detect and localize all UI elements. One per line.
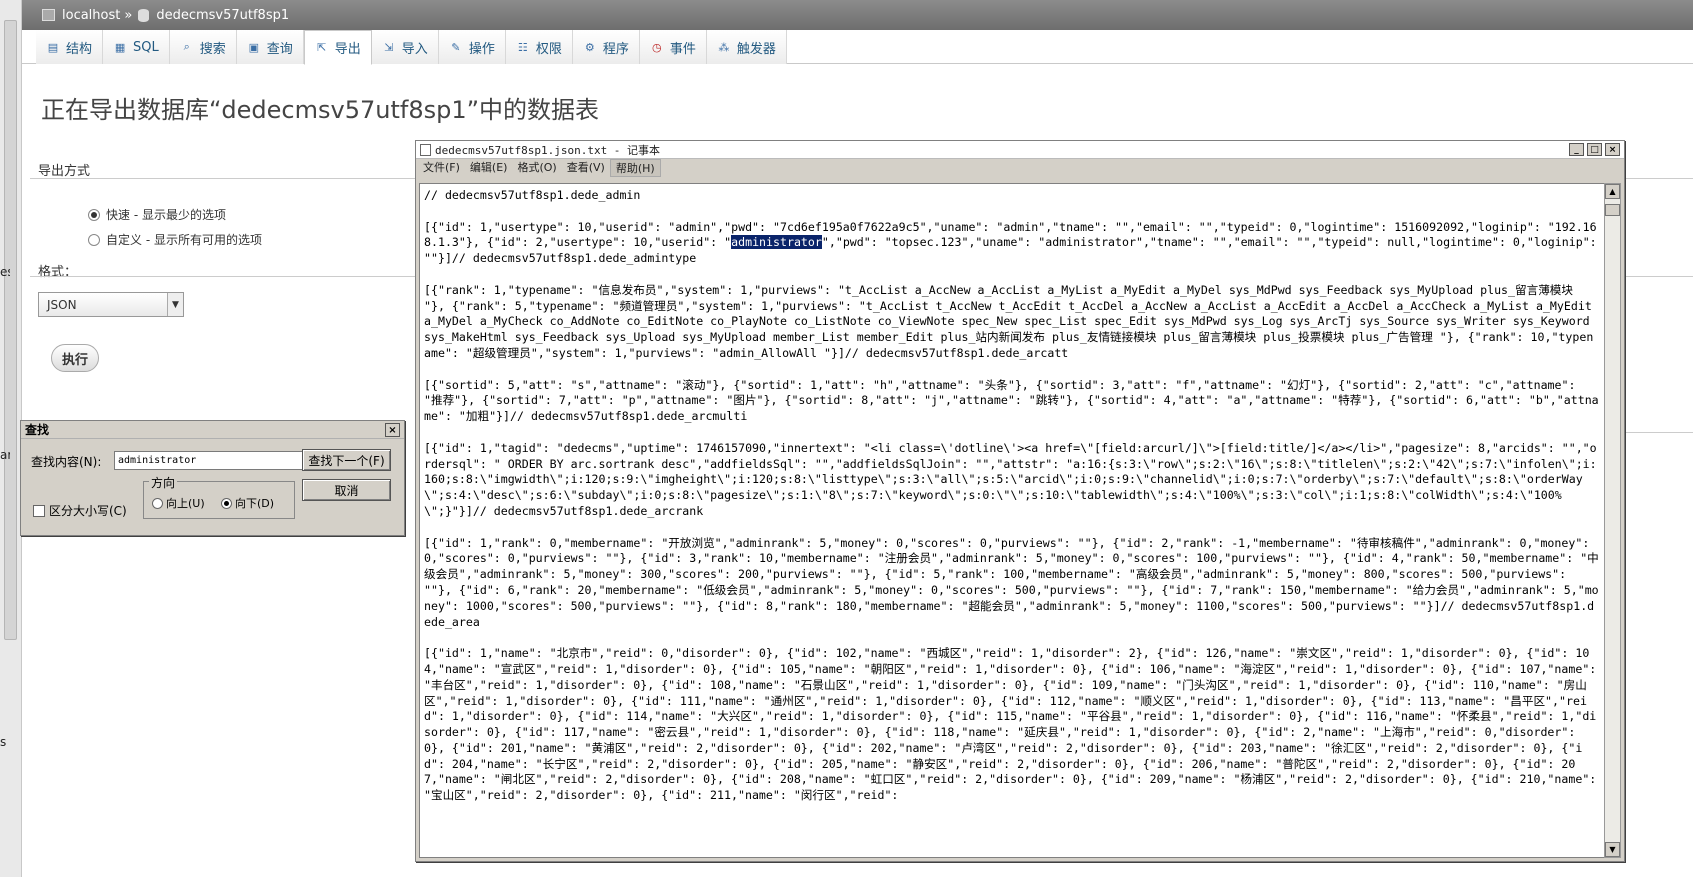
export-method-label: 导出方式 (38, 164, 91, 179)
option-custom[interactable]: 自定义 - 显示所有可用的选项 (88, 231, 262, 248)
scrollbar-thumb[interactable] (1605, 204, 1620, 216)
cancel-button[interactable]: 取消 (302, 479, 391, 501)
breadcrumb-server[interactable]: localhost (62, 8, 120, 23)
execute-button[interactable]: 执行 (51, 344, 99, 372)
tab-export[interactable]: ⇱ 导出 (303, 30, 372, 65)
menu-view[interactable]: 查看(V) (562, 159, 610, 177)
notepad-menubar: 文件(F) 编辑(E) 格式(O) 查看(V) 帮助(H) (416, 159, 1624, 177)
find-next-button[interactable]: 查找下一个(F) (302, 449, 391, 471)
match-case-label: 区分大小写(C) (49, 504, 127, 518)
tab-label: SQL (133, 39, 159, 55)
radio-custom[interactable] (88, 233, 100, 246)
routines-icon: ⚙ (584, 40, 595, 54)
tab-label: 导入 (401, 41, 428, 57)
export-icon: ⇱ (317, 41, 327, 54)
close-icon[interactable]: × (385, 423, 400, 437)
find-input[interactable]: administrator (114, 451, 314, 470)
sql-icon: ▦ (114, 40, 126, 54)
tab-label: 事件 (669, 41, 696, 57)
notepad-content: // dedecmsv57utf8sp1.dede_admin [{"id": … (424, 188, 1600, 804)
tab-label: 导出 (334, 42, 361, 57)
direction-down[interactable]: 向下(D) (221, 495, 274, 511)
radio-down[interactable] (221, 497, 232, 509)
text-after: ","pwd": "topsec.123","uname": "administ… (424, 235, 1599, 803)
direction-label: 方向 (149, 474, 178, 491)
tab-events[interactable]: ◷ 事件 (639, 30, 707, 64)
radio-quick[interactable] (88, 208, 100, 221)
tab-sql[interactable]: ▦ SQL (103, 30, 170, 64)
scroll-up-icon[interactable]: ▲ (1605, 184, 1620, 199)
format-label: 格式： (38, 265, 78, 280)
tab-label: 程序 (602, 41, 629, 57)
tab-bar: ▤ 结构 ▦ SQL ⌕ 搜索 ▣ 查询 ⇱ 导出 ⇲ 导入 ✎ 操作 ☷ 权限 ⚙ 程序 ◷ 事件… (22, 30, 1693, 65)
tab-privileges[interactable]: ☷ 权限 (505, 30, 573, 64)
selected-text: administrator (731, 235, 822, 250)
query-icon: ▣ (248, 40, 259, 54)
clock-icon: ◷ (652, 40, 662, 54)
maximize-icon[interactable]: □ (1587, 143, 1602, 156)
left-fragment-2: ar (0, 448, 10, 462)
match-case[interactable]: 区分大小写(C) (33, 502, 127, 519)
tab-triggers[interactable]: ⁂ 触发器 (706, 30, 787, 64)
tab-label: 搜索 (199, 41, 226, 57)
breadcrumb: localhost » dedecmsv57utf8sp1 (22, 0, 1693, 30)
direction-up[interactable]: 向上(U) (152, 495, 205, 511)
tab-routines[interactable]: ⚙ 程序 (572, 30, 640, 64)
tab-search[interactable]: ⌕ 搜索 (169, 30, 237, 64)
search-icon: ⌕ (183, 40, 190, 53)
page-title: 正在导出数据库“dedecmsv57utf8sp1”中的数据表 (41, 96, 600, 124)
notepad-scrollbar[interactable]: ▲ ▼ (1604, 183, 1621, 858)
triggers-icon: ⁂ (718, 40, 730, 54)
tab-label: 操作 (468, 41, 495, 57)
menu-help[interactable]: 帮助(H) (609, 159, 661, 177)
left-scrollbar-thumb[interactable] (4, 20, 17, 640)
breadcrumb-database[interactable]: dedecmsv57utf8sp1 (156, 8, 289, 23)
structure-icon: ▤ (47, 40, 59, 54)
direction-up-label: 向上(U) (166, 497, 205, 510)
left-scrollbar[interactable]: es ar s (0, 0, 22, 877)
scroll-down-icon[interactable]: ▼ (1605, 842, 1620, 857)
find-dialog: 查找 × 查找内容(N): administrator 查找下一个(F) 取消 … (20, 420, 405, 536)
tab-structure[interactable]: ▤ 结构 (36, 30, 104, 64)
option-quick-label: 快速 - 显示最少的选项 (106, 208, 226, 222)
direction-down-label: 向下(D) (235, 497, 275, 510)
notepad-window: dedecmsv57utf8sp1.json.txt - 记事本 _ □ × 文… (415, 140, 1625, 862)
close-icon[interactable]: × (1605, 143, 1620, 156)
find-dialog-title: 查找 (21, 421, 404, 439)
notepad-file-icon (420, 143, 431, 156)
import-icon: ⇲ (384, 40, 394, 54)
menu-format[interactable]: 格式(O) (512, 159, 561, 177)
option-quick[interactable]: 快速 - 显示最少的选项 (88, 206, 226, 223)
menu-edit[interactable]: 编辑(E) (465, 159, 513, 177)
tab-label: 查询 (266, 41, 293, 57)
left-fragment-1: es (0, 265, 10, 279)
tab-operations[interactable]: ✎ 操作 (438, 30, 506, 64)
match-case-checkbox[interactable] (33, 504, 45, 517)
tab-query[interactable]: ▣ 查询 (236, 30, 304, 64)
notepad-titlebar: dedecmsv57utf8sp1.json.txt - 记事本 (416, 141, 1624, 159)
minimize-icon[interactable]: _ (1569, 143, 1584, 156)
server-icon (42, 9, 55, 21)
tab-label: 权限 (535, 41, 562, 57)
tab-label: 触发器 (736, 41, 776, 57)
database-icon (138, 8, 150, 22)
format-select-value: JSON (47, 297, 77, 312)
wrench-icon: ✎ (451, 40, 461, 54)
radio-up[interactable] (152, 497, 163, 509)
chevron-down-icon[interactable]: ▼ (167, 293, 183, 316)
breadcrumb-separator: » (124, 7, 133, 23)
privileges-icon: ☷ (517, 40, 528, 54)
tab-import[interactable]: ⇲ 导入 (371, 30, 439, 64)
option-custom-label: 自定义 - 显示所有可用的选项 (106, 233, 262, 247)
notepad-title: dedecmsv57utf8sp1.json.txt - 记事本 (435, 143, 661, 157)
tab-label: 结构 (66, 41, 93, 57)
notepad-text-area[interactable]: // dedecmsv57utf8sp1.dede_admin [{"id": … (419, 183, 1605, 858)
find-what-label: 查找内容(N): (31, 455, 102, 469)
menu-file[interactable]: 文件(F) (418, 159, 465, 177)
left-fragment-3: s (0, 735, 7, 749)
format-select[interactable]: JSON ▼ (38, 292, 184, 317)
